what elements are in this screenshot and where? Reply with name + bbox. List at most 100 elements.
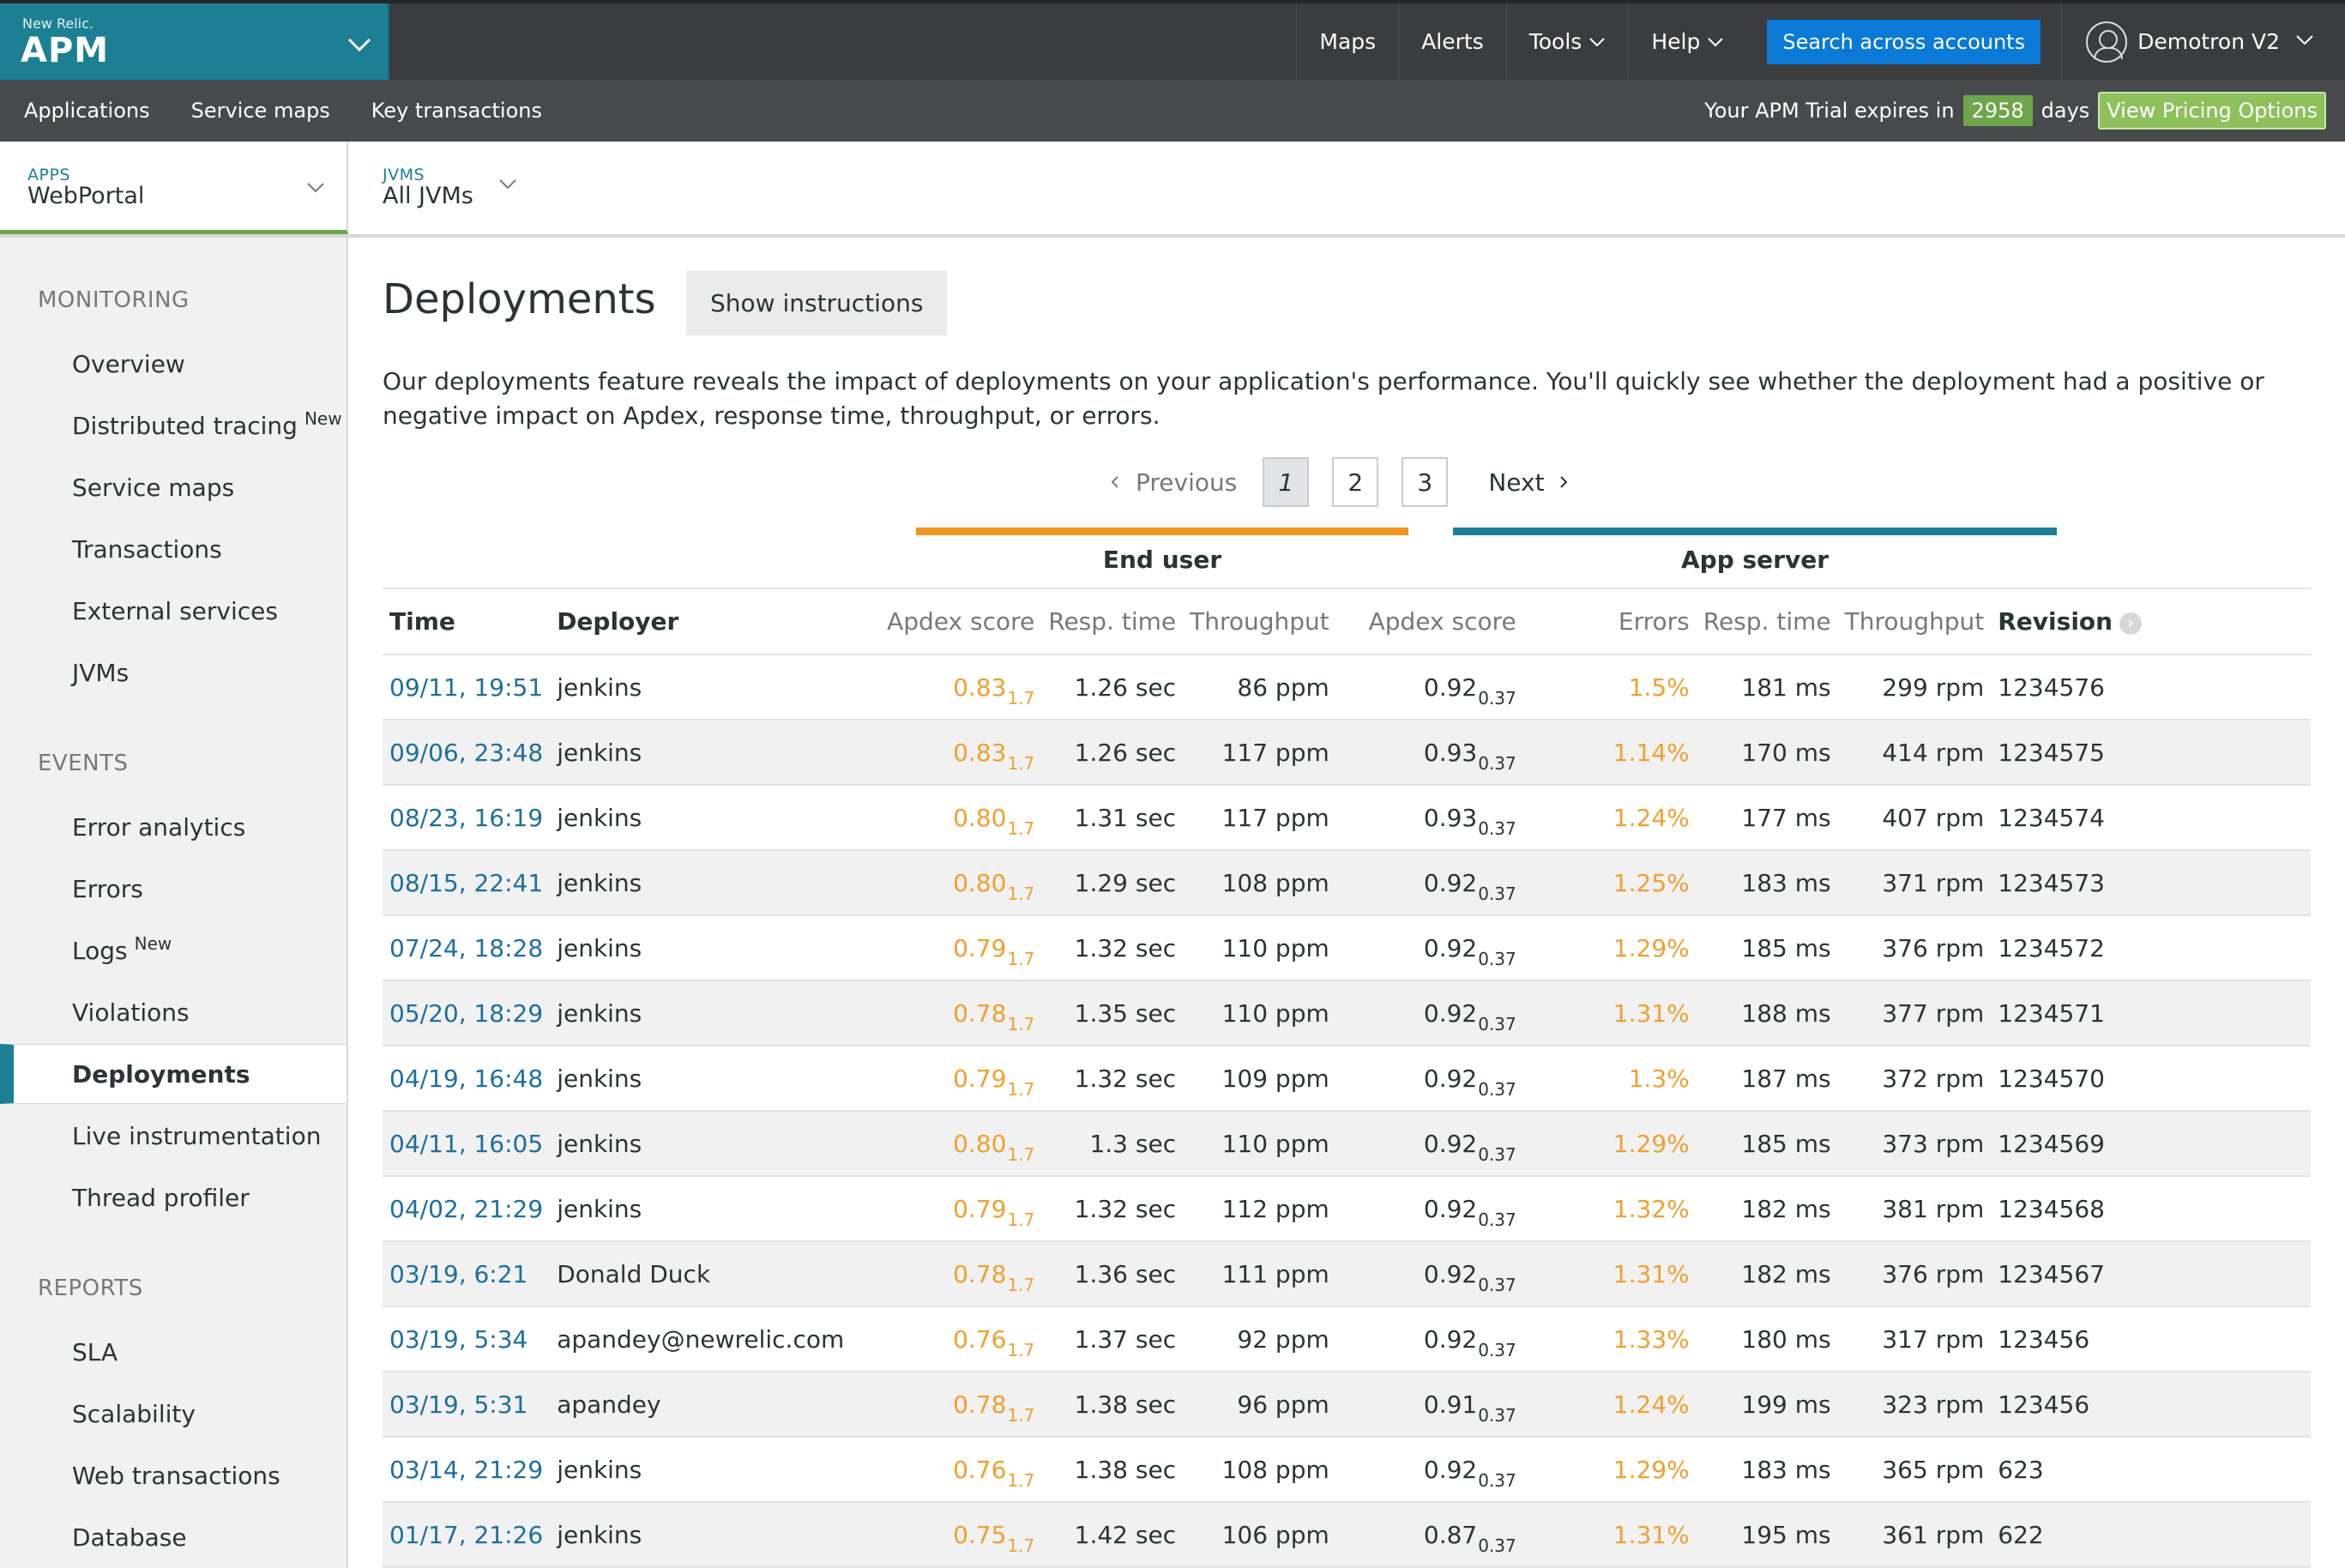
as-errors-cell: 1.25% [1522, 850, 1697, 916]
page-button-3[interactable]: 3 [1402, 457, 1449, 507]
sidebar-item-sla[interactable]: SLA [0, 1322, 347, 1382]
deploy-time-link[interactable]: 07/24, 18:28 [383, 915, 551, 981]
deploy-time-link[interactable]: 04/02, 21:29 [383, 1176, 551, 1242]
deploy-time-link[interactable]: 01/17, 21:26 [383, 1502, 551, 1568]
deployer-cell: jenkins [550, 1502, 852, 1568]
as-throughput-cell: 323 rpm [1837, 1372, 1992, 1438]
chevron-down-icon [1708, 37, 1724, 46]
nav-help[interactable]: Help [1628, 3, 1746, 80]
deploy-time-link[interactable]: 03/19, 5:31 [383, 1372, 551, 1438]
deploy-time-link[interactable]: 08/15, 22:41 [383, 850, 551, 916]
eu-throughput-cell: 117 ppm [1183, 720, 1336, 786]
app-picker[interactable]: APPS WebPortal [0, 142, 348, 234]
deployer-cell: jenkins [550, 980, 852, 1046]
deploy-time-link[interactable]: 09/11, 19:51 [383, 654, 551, 721]
col-time[interactable]: Time [383, 589, 551, 655]
jvm-picker[interactable]: JVMS All JVMs [350, 142, 539, 234]
sidebar-item-thread-profiler[interactable]: Thread profiler [0, 1167, 347, 1227]
col-eu-apdex[interactable]: Apdex score [851, 589, 1042, 655]
apdex-threshold: 1.7 [1007, 817, 1035, 839]
col-as-throughput[interactable]: Throughput [1837, 589, 1992, 655]
brand-small-text: New Relic. [22, 15, 93, 32]
page-button-2[interactable]: 2 [1332, 457, 1379, 507]
eu-resp-cell: 1.29 sec [1041, 850, 1184, 916]
sidebar-item-web-transactions[interactable]: Web transactions [0, 1445, 347, 1505]
trial-days-badge: 2958 [1962, 95, 2033, 126]
search-accounts-button[interactable]: Search across accounts [1767, 19, 2041, 64]
sidebar-item-overview[interactable]: Overview [0, 334, 347, 394]
eu-throughput-cell: 96 ppm [1183, 1372, 1336, 1438]
nav-maps[interactable]: Maps [1296, 3, 1398, 80]
as-errors-cell: 1.33% [1522, 1306, 1697, 1372]
sidebar-item-logs[interactable]: Logs New [0, 920, 347, 980]
sidebar-item-jvms[interactable]: JVMs [0, 642, 347, 703]
sidebar-item-service-maps[interactable]: Service maps [0, 457, 347, 517]
show-instructions-button[interactable]: Show instructions [686, 270, 948, 335]
as-errors-cell: 1.31% [1522, 980, 1697, 1046]
col-as-errors[interactable]: Errors [1522, 589, 1697, 655]
eu-throughput-cell: 109 ppm [1183, 1046, 1336, 1112]
sidebar-item-violations[interactable]: Violations [0, 982, 347, 1042]
eu-resp-cell: 1.36 sec [1041, 1241, 1184, 1307]
nav-tools[interactable]: Tools [1505, 3, 1629, 80]
subnav-applications[interactable]: Applications [24, 99, 150, 123]
deploy-time-link[interactable]: 04/19, 16:48 [383, 1046, 551, 1112]
eu-resp-cell: 1.26 sec [1041, 654, 1184, 721]
top-header: New Relic. APM Maps Alerts Tools Help Se… [0, 0, 2345, 80]
subnav-key-transactions[interactable]: Key transactions [371, 99, 542, 123]
sidebar-item-error-analytics[interactable]: Error analytics [0, 797, 347, 857]
top-nav: Maps Alerts Tools Help Search across acc… [1296, 3, 2345, 80]
as-throughput-cell: 365 rpm [1837, 1437, 1992, 1503]
as-resp-cell: 199 ms [1696, 1372, 1838, 1438]
sidebar-item-deployments[interactable]: Deployments [0, 1044, 347, 1104]
deploy-time-link[interactable]: 04/11, 16:05 [383, 1111, 551, 1177]
chevron-down-icon[interactable] [347, 34, 372, 55]
eu-throughput-cell: 92 ppm [1183, 1306, 1336, 1372]
col-eu-resp-time[interactable]: Resp. time [1041, 589, 1184, 655]
sidebar-item-distributed-tracing[interactable]: Distributed tracing New [0, 395, 347, 455]
table-row: 03/19, 5:34 apandey@newrelic.com 0.761.7 1.… [383, 1306, 2311, 1372]
apdex-threshold: 0.37 [1478, 1078, 1516, 1100]
deploy-time-link[interactable]: 03/19, 6:21 [383, 1241, 551, 1307]
deployer-cell: jenkins [550, 915, 852, 981]
col-deployer[interactable]: Deployer [550, 589, 852, 655]
as-errors-cell: 1.14% [1522, 720, 1697, 786]
as-apdex-cell: 0.920.37 [1335, 850, 1523, 916]
eu-apdex-cell: 0.761.7 [851, 1437, 1042, 1503]
apps-value: WebPortal [27, 183, 145, 209]
deploy-time-link[interactable]: 03/19, 5:34 [383, 1306, 551, 1372]
sidebar-item-errors[interactable]: Errors [0, 859, 347, 919]
col-as-resp-time[interactable]: Resp. time [1696, 589, 1838, 655]
col-eu-throughput[interactable]: Throughput [1183, 589, 1336, 655]
table-row: 04/02, 21:29 jenkins 0.791.7 1.32 sec 112 pp… [383, 1176, 2311, 1242]
nav-alerts[interactable]: Alerts [1398, 3, 1506, 80]
sidebar-item-transactions[interactable]: Transactions [0, 519, 347, 579]
chevron-right-circle-icon[interactable]: › [2119, 612, 2143, 635]
subnav-service-maps[interactable]: Service maps [191, 99, 330, 123]
col-revision[interactable]: Revision › [1991, 589, 2311, 655]
eu-apdex-cell: 0.781.7 [851, 1241, 1042, 1307]
as-throughput-cell: 371 rpm [1837, 850, 1992, 916]
sidebar-item-scalability[interactable]: Scalability [0, 1384, 347, 1444]
sidebar-item-database[interactable]: Database [0, 1507, 347, 1567]
user-menu[interactable]: Demotron V2 [2061, 3, 2345, 80]
sidebar-item-external-services[interactable]: External services [0, 581, 347, 641]
revision-cell: 1234572 [1991, 915, 2311, 981]
next-page-button[interactable]: Next [1488, 468, 1568, 497]
product-switcher[interactable]: New Relic. APM [0, 3, 389, 80]
deploy-time-link[interactable]: 03/14, 21:29 [383, 1437, 551, 1503]
deploy-time-link[interactable]: 09/06, 23:48 [383, 720, 551, 786]
apdex-threshold: 1.7 [1007, 1143, 1035, 1165]
deploy-time-link[interactable]: 05/20, 18:29 [383, 980, 551, 1046]
deploy-time-link[interactable]: 08/23, 16:19 [383, 785, 551, 851]
view-pricing-button[interactable]: View Pricing Options [2098, 92, 2326, 130]
apdex-threshold: 0.37 [1478, 817, 1516, 839]
sidebar-item-live-instrumentation[interactable]: Live instrumentation [0, 1106, 347, 1166]
page-button-1[interactable]: 1 [1263, 457, 1310, 507]
as-resp-cell: 187 ms [1696, 1046, 1838, 1112]
previous-page-button[interactable]: Previous [1110, 468, 1237, 497]
as-errors-cell: 1.31% [1522, 1241, 1697, 1307]
chevron-down-icon [499, 179, 516, 190]
col-as-apdex[interactable]: Apdex score [1335, 589, 1523, 655]
apdex-threshold: 0.37 [1478, 1339, 1516, 1360]
